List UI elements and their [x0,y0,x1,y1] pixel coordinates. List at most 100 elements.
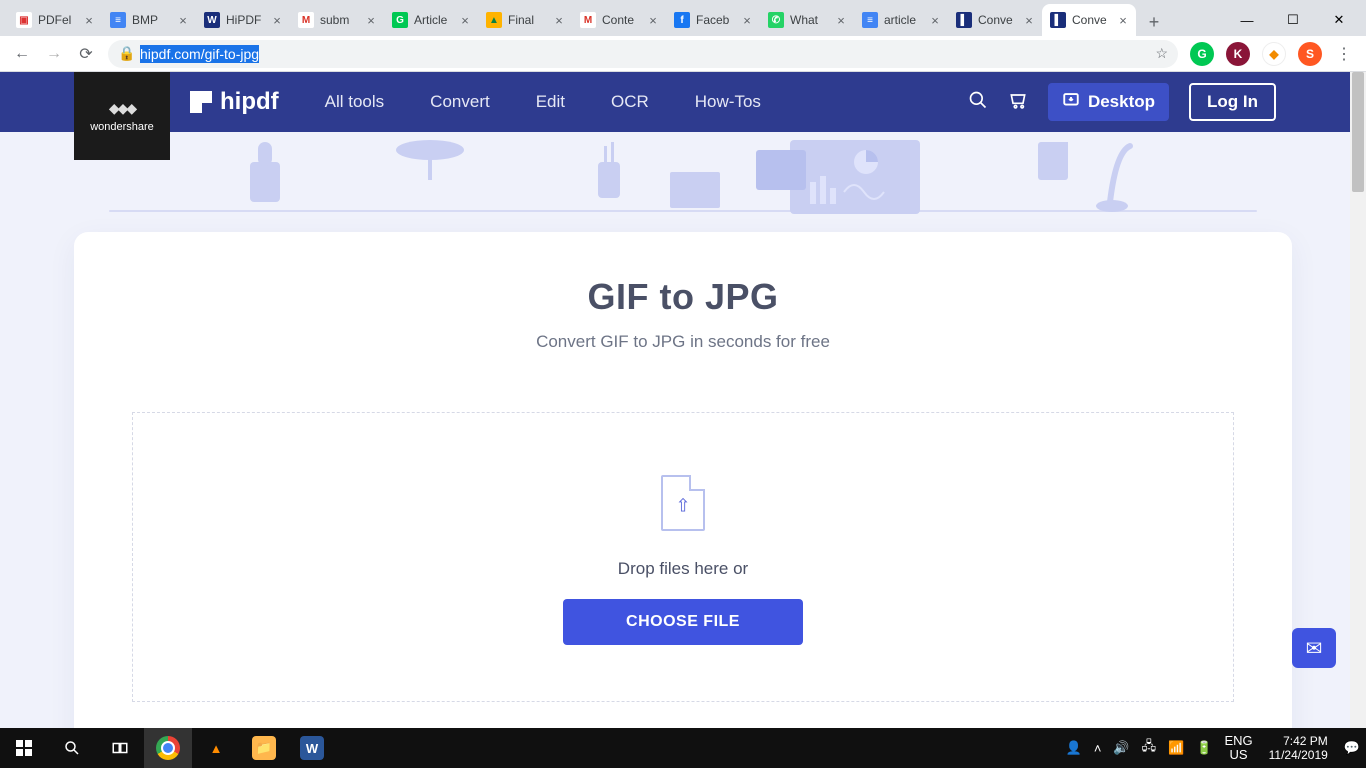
tray-wifi-icon[interactable]: 📶 [1162,728,1190,768]
close-icon[interactable]: × [176,13,190,27]
tray-people-icon[interactable]: 👤 [1060,728,1088,768]
close-icon[interactable]: × [270,13,284,27]
brand-name: hipdf [220,88,279,116]
tab-9[interactable]: ≡article× [854,4,948,36]
bookmark-star-icon[interactable]: ☆ [1155,45,1168,62]
search-icon[interactable] [968,90,988,115]
favicon: ✆ [768,12,784,28]
wondershare-badge[interactable]: ◆◆◆ wondershare [74,72,170,160]
tray-volume-icon[interactable]: 🔊 [1107,728,1135,768]
feedback-button[interactable]: ✉ [1292,628,1336,668]
toolbar: ← → ⟳ 🔒 hipdf.com/gif-to-jpg ☆ G K ◆ S ⋮ [0,36,1366,72]
extension-profile[interactable]: S [1298,42,1322,66]
tab-3[interactable]: Msubm× [290,4,384,36]
favicon: W [204,12,220,28]
desktop-button[interactable]: Desktop [1048,83,1169,121]
close-icon[interactable]: × [458,13,472,27]
tab-6[interactable]: M Conte× [572,4,666,36]
close-icon[interactable]: × [1116,13,1130,27]
reload-button[interactable]: ⟳ [72,40,100,68]
minimize-button[interactable]: — [1224,4,1270,36]
tab-title: PDFel [38,13,80,27]
tray-language[interactable]: ENG US [1218,728,1258,768]
nav-convert[interactable]: Convert [430,92,490,112]
header-right: Desktop Log In [968,83,1276,121]
close-icon[interactable]: × [740,13,754,27]
tray-network-icon[interactable]: 🖧 [1136,728,1163,768]
tray-lang-2: US [1230,748,1248,762]
tab-title: Conte [602,13,644,27]
taskbar-app-vlc[interactable]: ▲ [192,728,240,768]
dropzone[interactable]: ⇧ Drop files here or CHOOSE FILE [132,412,1234,702]
favicon: ▌ [1050,12,1066,28]
back-button[interactable]: ← [8,40,36,68]
vertical-scrollbar[interactable] [1350,72,1366,728]
favicon: ▲ [486,12,502,28]
extension-diamond[interactable]: ◆ [1262,42,1286,66]
tab-2[interactable]: WHiPDF× [196,4,290,36]
tab-title: Faceb [696,13,738,27]
site-header: ◆◆◆ wondershare hipdf All tools Convert … [0,72,1366,132]
tab-title: Article [414,13,456,27]
favicon: M [580,12,596,28]
wondershare-logo-icon: ◆◆◆ [109,100,135,117]
decorative-icons [0,132,1366,224]
tab-title: Conve [1072,13,1114,27]
taskbar-app-word[interactable]: W [288,728,336,768]
brand-logo[interactable]: hipdf [190,88,279,116]
nav-ocr[interactable]: OCR [611,92,649,112]
close-icon[interactable]: × [928,13,942,27]
close-icon[interactable]: × [552,13,566,27]
taskbar-app-chrome[interactable] [144,728,192,768]
tab-5[interactable]: ▲ Final× [478,4,572,36]
close-icon[interactable]: × [1022,13,1036,27]
maximize-button[interactable]: ☐ [1270,4,1316,36]
tab-8[interactable]: ✆What× [760,4,854,36]
tab-0[interactable]: ▣PDFel× [8,4,102,36]
decorative-strip [0,132,1366,224]
tab-title: Final [508,13,550,27]
start-button[interactable] [0,728,48,768]
tray-battery-icon[interactable]: 🔋 [1190,728,1218,768]
cart-icon[interactable] [1008,90,1028,115]
search-button[interactable] [48,728,96,768]
tray-clock[interactable]: 7:42 PM 11/24/2019 [1259,728,1338,768]
close-window-button[interactable]: ✕ [1316,4,1362,36]
task-view-button[interactable] [96,728,144,768]
hipdf-logo-icon [190,91,212,113]
upload-file-icon: ⇧ [661,475,705,531]
system-tray: 👤 ˄ 🔊 🖧 📶 🔋 ENG US 7:42 PM 11/24/2019 💬 [1060,728,1366,768]
tab-4[interactable]: GArticle× [384,4,478,36]
tray-chevron-up-icon[interactable]: ˄ [1088,728,1108,768]
page-viewport: ◆◆◆ wondershare hipdf All tools Convert … [0,72,1366,728]
nav-edit[interactable]: Edit [536,92,565,112]
tab-11-active[interactable]: ▌ Conve× [1042,4,1136,36]
tab-title: article [884,13,926,27]
nav-all-tools[interactable]: All tools [325,92,385,112]
close-icon[interactable]: × [82,13,96,27]
tab-7[interactable]: f Faceb× [666,4,760,36]
close-icon[interactable]: × [646,13,660,27]
nav-how-tos[interactable]: How-Tos [695,92,761,112]
favicon: ≡ [110,12,126,28]
new-tab-button[interactable]: + [1140,8,1168,36]
tray-notifications-icon[interactable]: 💬 [1338,728,1366,768]
login-button[interactable]: Log In [1189,83,1276,121]
chrome-menu-button[interactable]: ⋮ [1330,40,1358,68]
favicon: f [674,12,690,28]
taskbar-app-explorer[interactable]: 📁 [240,728,288,768]
lock-icon: 🔒 [118,45,132,62]
extension-k[interactable]: K [1226,42,1250,66]
extension-grammarly[interactable]: G [1190,42,1214,66]
favicon: M [298,12,314,28]
close-icon[interactable]: × [834,13,848,27]
choose-file-button[interactable]: CHOOSE FILE [563,599,803,645]
tray-lang-1: ENG [1224,734,1252,748]
scrollbar-thumb[interactable] [1352,72,1364,192]
close-icon[interactable]: × [364,13,378,27]
address-bar[interactable]: 🔒 hipdf.com/gif-to-jpg ☆ [108,40,1178,68]
tab-10[interactable]: ▌Conve× [948,4,1042,36]
window-controls: — ☐ ✕ [1224,4,1362,36]
tab-title: BMP [132,13,174,27]
tab-1[interactable]: ≡ BMP× [102,4,196,36]
